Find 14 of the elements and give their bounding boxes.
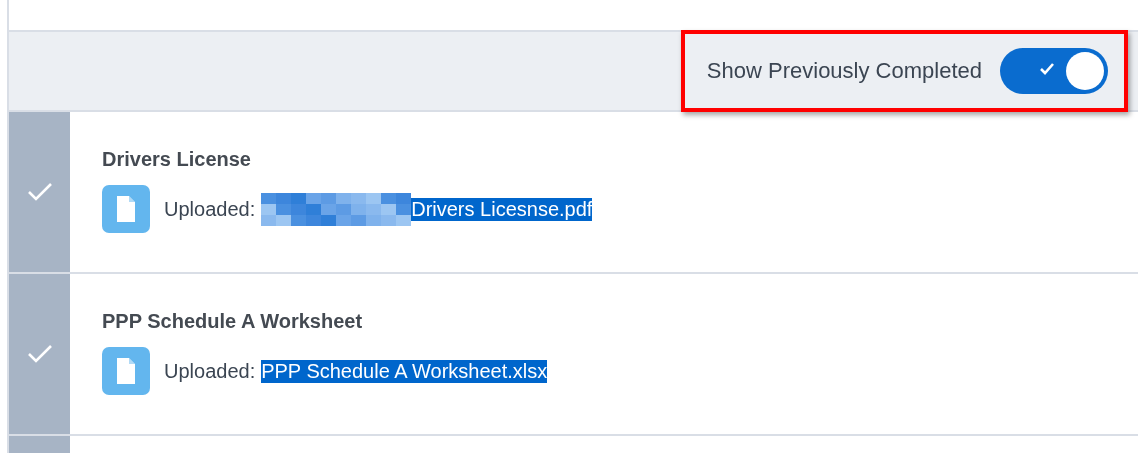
file-link[interactable]: PPP Schedule A Worksheet.xlsx [261, 359, 548, 383]
check-icon [1040, 63, 1054, 75]
toggle-switch[interactable] [1000, 48, 1108, 94]
file-icon[interactable] [102, 185, 150, 233]
check-icon [26, 182, 53, 202]
file-icon[interactable] [102, 347, 150, 395]
check-icon [26, 344, 53, 364]
toggle-label: Show Previously Completed [706, 58, 982, 84]
file-link[interactable]: Drivers Licesnse.pdf [411, 197, 593, 221]
uploaded-label: Uploaded: [164, 197, 256, 221]
uploaded-label: Uploaded: [164, 359, 256, 383]
status-gutter [9, 436, 70, 453]
document-title: PPP Schedule A Worksheet [102, 310, 364, 333]
document-title: Drivers License [102, 148, 252, 171]
